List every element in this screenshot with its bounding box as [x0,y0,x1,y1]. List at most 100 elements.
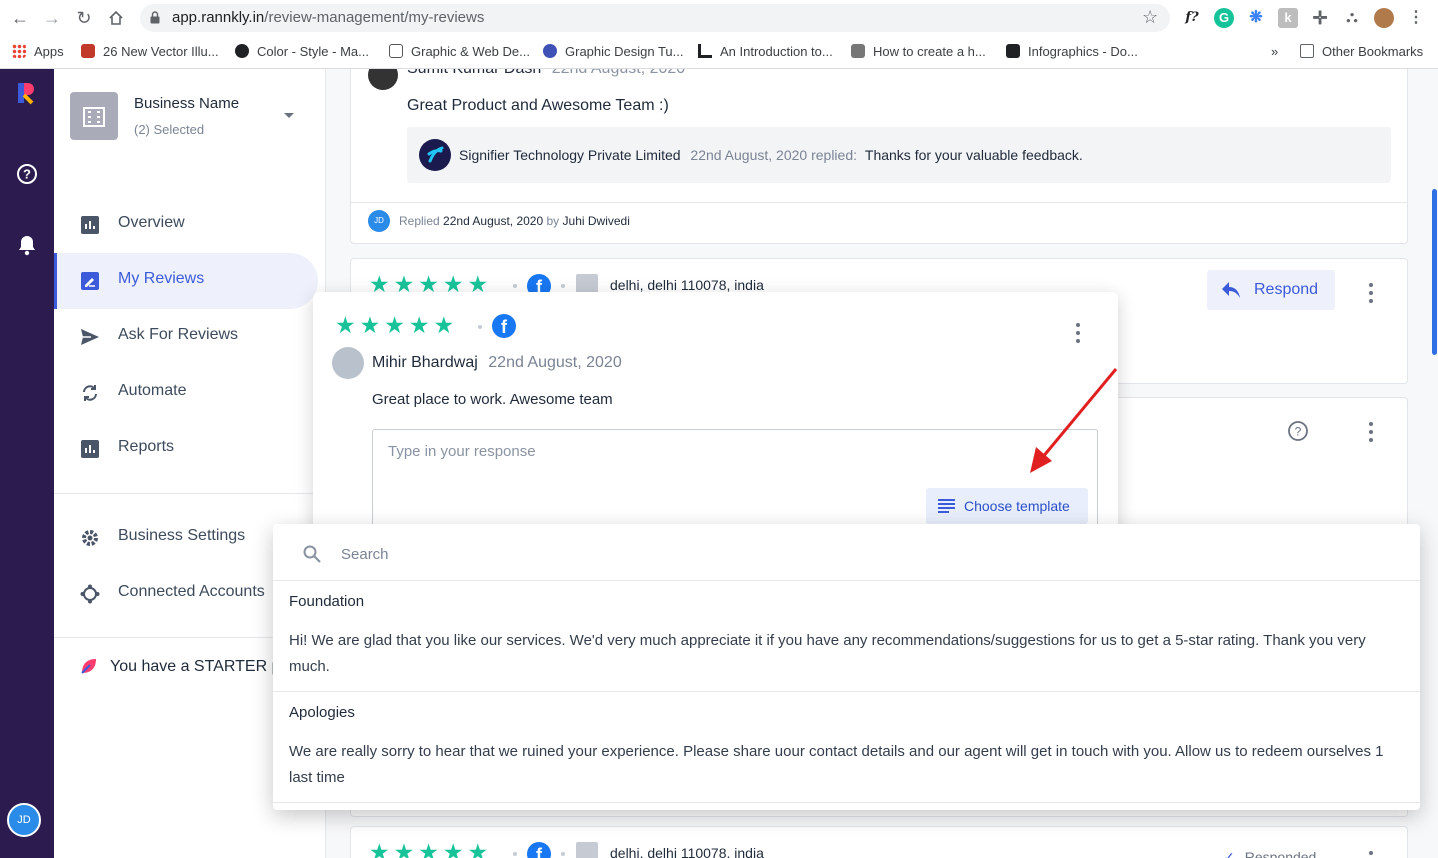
nav-item-overview[interactable]: Overview [54,197,318,253]
review-card: ★★★★★ f delhi, delhi 110078, india ✓ Resp… [350,826,1408,858]
svg-text:?: ? [1295,425,1302,439]
bookmarks-bar: Apps 26 New Vector Illu... Color - Style… [0,38,1438,66]
annotation-arrow [1030,368,1118,473]
review-location: delhi, delhi 110078, india [610,277,764,293]
back-arrow-icon[interactable]: ← [9,7,31,29]
reply-text: Thanks for your valuable feedback. [864,147,1083,163]
nav-item-reports[interactable]: Reports [54,421,318,477]
response-placeholder: Type in your response [388,443,536,460]
profile-avatar[interactable] [1374,8,1394,28]
template-item-apologies[interactable]: Apologies We are really sorry to hear th… [273,692,1420,803]
bookmark-item[interactable]: Graphic Design Tu... [543,44,684,59]
url-host: app.rannkly.in [172,9,265,26]
home-icon[interactable] [105,7,127,29]
rating-stars: ★★★★★ [335,312,459,338]
bookmark-label: Color - Style - Ma... [257,44,369,59]
bookmark-favicon-icon [851,44,865,58]
review-location: delhi, delhi 110078, india [610,845,764,858]
review-text: Great place to work. Awesome team [372,391,613,408]
bookmark-item[interactable]: Infographics - Do... [1006,44,1138,59]
svg-text:?: ? [23,167,31,182]
respond-button[interactable]: Respond [1207,270,1335,310]
other-bookmarks-button[interactable]: Other Bookmarks [1300,44,1423,59]
choose-template-button[interactable]: Choose template [926,488,1088,524]
notification-bell-icon[interactable] [17,234,37,256]
choose-template-label: Choose template [964,498,1070,514]
nav-item-automate[interactable]: Automate [54,365,318,421]
report-chart-icon [81,440,99,458]
reload-icon[interactable]: ↻ [73,7,95,29]
review-response-popup: ★★★★★ f Mihir Bhardwaj 22nd August, 2020… [313,292,1118,552]
bookmark-item[interactable]: 26 New Vector Illu... [81,44,219,59]
help-icon[interactable]: ? [16,163,38,185]
dropbox-extension-icon[interactable]: ❋ [1246,8,1266,28]
reply-meta: 22nd August, 2020 replied: [690,147,857,163]
bookmark-item[interactable]: An Introduction to... [698,44,833,59]
replied-prefix: Replied [399,214,440,228]
bookmark-item[interactable]: How to create a h... [851,44,986,59]
template-item-foundation[interactable]: Foundation Hi! We are glad that you like… [273,581,1420,692]
replied-user: Juhi Dwivedi [562,214,630,228]
bookmark-favicon-icon [81,44,95,58]
review-date: 22nd August, 2020 [488,354,622,371]
main-scrollbar-thumb[interactable] [1432,189,1437,355]
gear-icon [82,530,98,546]
template-search-input[interactable]: Search [273,524,1420,581]
nav-label: Reports [118,438,175,455]
more-options-icon[interactable] [1368,422,1374,442]
business-name[interactable]: Business Name [134,95,239,112]
review-card: Sumit Kumar Dash 22nd August, 2020 Great… [350,69,1408,244]
replied-info: Replied 22nd August, 2020 by Juhi Dwived… [399,214,630,228]
connected-accounts-icon [80,584,100,604]
browser-menu-icon[interactable]: ⋮ [1406,8,1426,28]
replied-by: by [546,214,560,228]
bookmark-label: How to create a h... [873,44,986,59]
grammarly-extension-icon[interactable]: G [1214,8,1234,28]
user-avatar[interactable]: JD [7,803,41,837]
forward-arrow-icon[interactable]: → [41,7,63,29]
nav-item-ask-for-reviews[interactable]: Ask For Reviews [54,309,318,365]
company-logo-icon [419,139,451,171]
more-options-icon[interactable] [1368,851,1374,858]
reviewer-avatar [332,347,364,379]
bookmark-item[interactable]: Graphic & Web De... [389,44,530,59]
bar-chart-icon [81,216,99,234]
formula-extension-icon[interactable]: f? [1182,8,1202,28]
bookmark-label: Graphic & Web De... [411,44,530,59]
nav-item-my-reviews[interactable]: My Reviews [54,253,318,309]
bookmark-item[interactable]: Color - Style - Ma... [235,44,369,59]
kindle-extension-icon[interactable]: k [1278,8,1298,28]
template-picker: Search Foundation Hi! We are glad that y… [273,524,1420,810]
plan-leaf-icon [81,659,96,674]
template-title: Apologies [289,704,355,721]
business-dropdown-chevron-icon[interactable] [284,113,294,118]
nav-label: My Reviews [118,270,205,287]
reviewer-line: Mihir Bhardwaj 22nd August, 2020 [372,354,622,372]
template-body: We are really sorry to hear that we ruin… [289,743,1384,786]
separator-dot [513,852,517,856]
bookmarks-overflow-button[interactable]: » [1271,44,1278,59]
rannkly-logo-icon[interactable] [16,81,36,105]
more-options-icon[interactable] [1368,283,1374,303]
extensions-puzzle-icon[interactable]: ⛬ [1342,8,1362,28]
help-icon[interactable]: ? [1287,420,1309,442]
replied-user-avatar: JD [368,210,390,232]
reply-box: Signifier Technology Private Limited 22n… [407,127,1391,183]
url-path: /review-management/my-reviews [264,9,485,26]
facebook-icon: f [492,314,516,338]
nav-label: Business Settings [118,527,246,544]
bookmark-favicon-icon [698,44,712,58]
nav-label: Overview [118,214,185,231]
check-icon: ✓ [1223,849,1235,858]
more-options-icon[interactable] [1075,323,1081,343]
reviewer-name: Mihir Bhardwaj [372,354,478,371]
ruler-extension-icon[interactable]: ✛ [1310,8,1330,28]
review-text: Great Product and Awesome Team :) [407,97,669,114]
bookmark-apps[interactable]: Apps [12,44,64,59]
search-placeholder: Search [341,546,389,563]
apps-grid-icon [12,44,26,58]
list-icon [938,499,955,513]
bookmark-star-icon[interactable]: ☆ [1142,7,1158,28]
nav-label: Connected Accounts [118,583,265,600]
replied-date: 22nd August, 2020 [443,214,544,228]
